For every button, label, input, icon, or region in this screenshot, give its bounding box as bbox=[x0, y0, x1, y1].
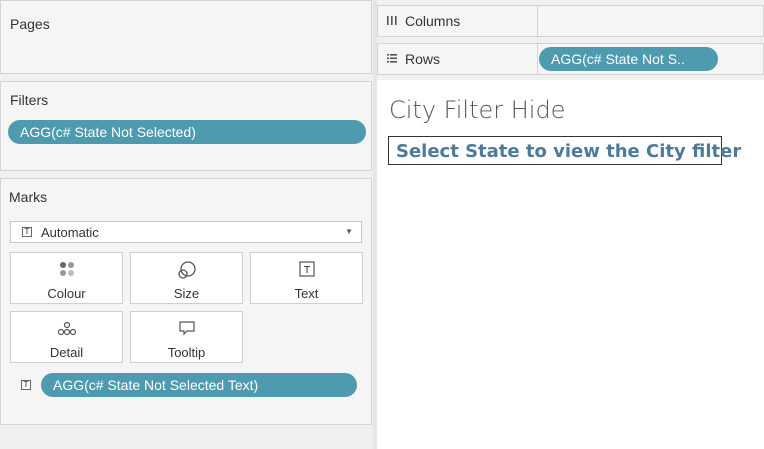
chevron-down-icon: ▼ bbox=[345, 227, 353, 236]
filters-card: Filters AGG(c# State Not Selected) bbox=[0, 81, 372, 171]
text-icon: T bbox=[251, 261, 362, 279]
svg-text:T: T bbox=[302, 265, 310, 276]
columns-shelf[interactable]: Columns bbox=[377, 5, 764, 37]
rows-icon bbox=[386, 52, 398, 67]
detail-button[interactable]: Detail bbox=[10, 311, 123, 363]
pages-title: Pages bbox=[10, 16, 50, 32]
view-title: City Filter Hide bbox=[389, 96, 566, 124]
rows-shelf[interactable]: Rows AGG(c# State Not S.. bbox=[377, 43, 764, 75]
tooltip-icon bbox=[131, 320, 242, 338]
text-button[interactable]: T Text bbox=[250, 252, 363, 304]
columns-icon bbox=[386, 14, 398, 29]
rows-shelf-header: Rows bbox=[378, 44, 538, 74]
message-box: Select State to view the City filter bbox=[388, 136, 741, 165]
marks-title: Marks bbox=[9, 189, 48, 205]
filter-pill[interactable]: AGG(c# State Not Selected) bbox=[8, 120, 366, 144]
text-encoding-pill[interactable]: AGG(c# State Not Selected Text) bbox=[41, 373, 357, 397]
view-canvas: City Filter Hide Select State to view th… bbox=[377, 80, 764, 449]
tooltip-button[interactable]: Tooltip bbox=[130, 311, 243, 363]
mark-type-value: Automatic bbox=[41, 225, 99, 240]
colour-label: Colour bbox=[47, 286, 86, 301]
colour-icon bbox=[11, 261, 122, 279]
text-encoding-icon: T bbox=[21, 380, 31, 390]
rows-pill[interactable]: AGG(c# State Not S.. bbox=[539, 47, 718, 71]
columns-label: Columns bbox=[405, 13, 461, 29]
pages-card: Pages bbox=[0, 0, 372, 74]
message-text: Select State to view the City filter bbox=[396, 141, 742, 162]
filters-title: Filters bbox=[10, 92, 49, 108]
detail-label: Detail bbox=[49, 345, 84, 360]
text-label: Text bbox=[294, 286, 319, 301]
columns-shelf-header: Columns bbox=[378, 6, 538, 36]
mark-type-dropdown[interactable]: T Automatic ▼ bbox=[10, 221, 362, 243]
tooltip-label: Tooltip bbox=[167, 345, 206, 360]
size-button[interactable]: Size bbox=[130, 252, 243, 304]
colour-button[interactable]: Colour bbox=[10, 252, 123, 304]
size-label: Size bbox=[173, 286, 200, 301]
rows-label: Rows bbox=[405, 51, 441, 67]
size-icon bbox=[131, 261, 242, 279]
text-mark-icon: T bbox=[22, 227, 32, 237]
detail-icon bbox=[11, 320, 122, 338]
